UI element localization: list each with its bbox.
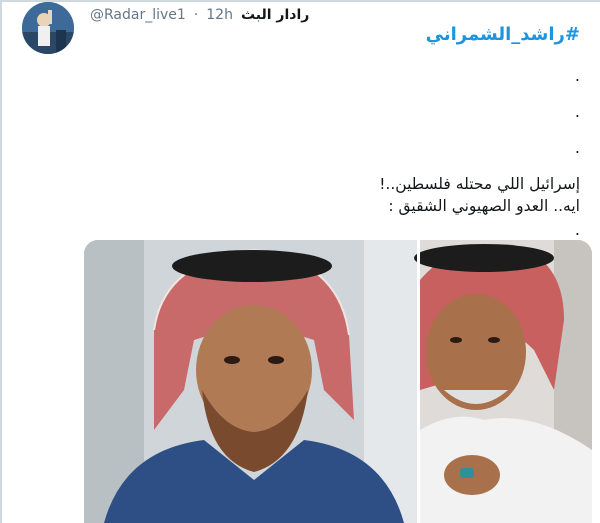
tweet-text-line: ايه.. العدو الصهيوني الشقيق :: [388, 197, 580, 215]
tweet-card[interactable]: @Radar_live1 · 12h رادار البث #راشد_الشم…: [0, 0, 600, 523]
hashtag-link[interactable]: #راشد_الشمراني: [426, 24, 580, 45]
header-separator: ·: [193, 7, 199, 23]
tweet-text-dot: .: [574, 138, 580, 157]
tweet-timestamp[interactable]: 12h: [206, 7, 233, 23]
author-avatar[interactable]: [22, 2, 74, 54]
photo-collage-icon: [84, 240, 592, 523]
tweet-text-dot: .: [574, 66, 580, 85]
tweet-text-dot: .: [574, 220, 580, 239]
media-divider: [417, 240, 420, 523]
tweet-text-dot: .: [574, 102, 580, 121]
tweet-media-image[interactable]: [84, 240, 592, 523]
tweet-text-line: إسرائيل اللي محتله فلسطين..!: [379, 175, 580, 193]
avatar-photo-icon: [22, 2, 74, 54]
tweet-header: @Radar_live1 · 12h رادار البث: [90, 4, 309, 26]
author-handle[interactable]: @Radar_live1: [90, 7, 186, 23]
author-name[interactable]: رادار البث: [241, 7, 309, 23]
